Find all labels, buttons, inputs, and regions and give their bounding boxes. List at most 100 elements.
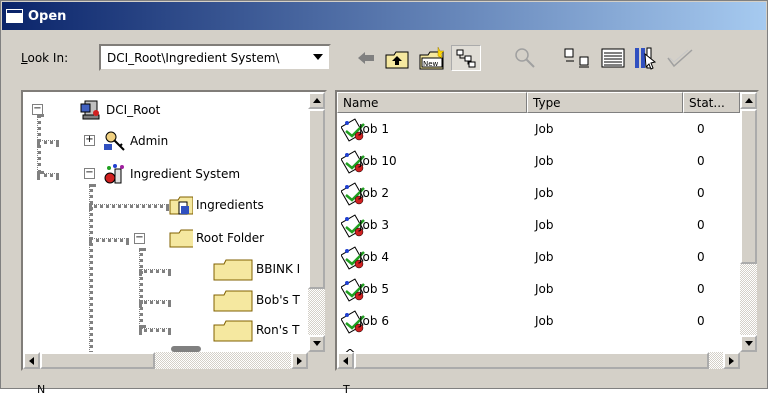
tree-node-label: Bob's T [256, 293, 300, 307]
look-in-combo[interactable]: DCI_Root\Ingredient System\ [99, 44, 331, 71]
column-header-name[interactable]: Name [337, 92, 527, 113]
scroll-thumb[interactable] [40, 352, 155, 369]
scroll-corner [308, 352, 325, 369]
tree-view-button[interactable] [451, 45, 481, 71]
job-status: 0 [697, 250, 705, 264]
list-header: Name Type Stat... [337, 92, 740, 113]
back-button[interactable] [355, 45, 377, 71]
new-folder-icon: New [419, 46, 445, 70]
tree-node-label: Root Folder [196, 231, 265, 245]
tree-node-label: Ingredient System [130, 167, 241, 181]
tree-line [37, 173, 59, 177]
tree-node-admin[interactable]: Admin [103, 129, 168, 153]
details-view-icon [601, 48, 625, 68]
job-type: Job [535, 186, 554, 200]
folder-icon [213, 319, 253, 342]
search-button[interactable] [511, 45, 539, 71]
column-header-type[interactable]: Type [527, 92, 683, 113]
scroll-left-button[interactable] [337, 352, 354, 369]
folder-tree[interactable]: − + − − DCI_Root Admin Ingredient System [21, 90, 327, 371]
list-view-icon [564, 48, 589, 68]
admin-key-icon [103, 130, 127, 152]
job-status: 0 [697, 218, 705, 232]
tree-node-label: DCI_Root [106, 103, 161, 117]
list-item[interactable]: Job 4 Job 0 [337, 242, 740, 274]
new-folder-button[interactable]: New [417, 45, 447, 71]
job-name: Job 2 [359, 186, 389, 200]
scroll-up-button[interactable] [740, 92, 757, 109]
tree-node-label: BBINK I [256, 262, 301, 276]
back-arrow-icon [358, 52, 374, 64]
up-folder-button[interactable] [382, 45, 412, 71]
job-name: Job 4 [359, 250, 389, 264]
scroll-thumb[interactable] [308, 109, 325, 289]
scroll-right-button[interactable] [723, 352, 740, 369]
checkmark-icon [667, 49, 693, 68]
scroll-thumb[interactable] [354, 352, 709, 369]
job-status: 0 [697, 122, 705, 136]
up-folder-icon [385, 51, 409, 69]
list-item[interactable]: Job 1 Job 0 [337, 114, 740, 146]
list-vertical-scrollbar[interactable] [740, 92, 757, 352]
properties-icon [635, 47, 657, 70]
job-status: 0 [697, 186, 705, 200]
collapse-icon[interactable]: − [134, 233, 145, 244]
folder-icon [169, 227, 193, 249]
tree-line [139, 269, 171, 273]
collapse-icon[interactable]: − [84, 168, 95, 179]
bottom-label-right: T [343, 383, 350, 396]
list-item[interactable]: Job 5 Job 0 [337, 274, 740, 306]
tree-line [37, 140, 59, 144]
open-dialog: Open Look In: DCI_Root\Ingredient System… [0, 0, 768, 396]
scroll-down-button[interactable] [740, 335, 757, 352]
properties-button[interactable] [631, 45, 661, 71]
collapse-icon[interactable]: − [32, 104, 43, 115]
tree-node-label: Ingredients [196, 198, 264, 212]
tree-node-rons[interactable]: Ron's T [213, 318, 299, 342]
list-view-button[interactable] [561, 45, 595, 71]
list-item[interactable]: Job 3 Job 0 [337, 210, 740, 242]
list-horizontal-scrollbar[interactable] [337, 352, 740, 369]
look-in-label: Look In: [21, 51, 69, 65]
list-item[interactable]: Job 10 Job 0 [337, 146, 740, 178]
server-icon [79, 99, 103, 121]
job-type: Job [535, 154, 554, 168]
details-view-button[interactable] [598, 45, 628, 71]
tree-vertical-scrollbar[interactable] [308, 92, 325, 352]
column-header-status[interactable]: Stat... [683, 92, 740, 113]
tree-node-ingredient-system[interactable]: Ingredient System [103, 162, 240, 186]
job-type: Job [535, 122, 554, 136]
job-name: Job 6 [359, 314, 389, 328]
job-name: Job 10 [359, 154, 397, 168]
tree-line [89, 238, 129, 242]
window-icon [6, 9, 23, 23]
tree-node-bbink[interactable]: BBINK I [213, 257, 300, 281]
ingredient-system-icon [103, 163, 127, 185]
svg-text:New: New [423, 60, 439, 68]
chevron-down-icon[interactable] [313, 54, 323, 60]
scroll-corner [740, 352, 757, 369]
tree-node-bobs[interactable]: Bob's T [213, 288, 300, 312]
partial-row-icon [342, 344, 358, 356]
title-bar[interactable]: Open [2, 2, 766, 30]
scroll-left-button[interactable] [23, 352, 40, 369]
folder-icon [213, 289, 253, 312]
job-type: Job [535, 282, 554, 296]
expand-icon[interactable]: + [84, 135, 95, 146]
list-item[interactable]: Job 2 Job 0 [337, 178, 740, 210]
tree-view-icon [456, 49, 476, 68]
job-status: 0 [697, 314, 705, 328]
scroll-up-button[interactable] [308, 92, 325, 109]
folder-icon [213, 258, 253, 281]
scroll-thumb[interactable] [740, 109, 757, 264]
item-list[interactable]: Name Type Stat... Job 1 Job 0 Job 10 Job 0 Job… [335, 90, 759, 371]
tree-horizontal-scrollbar[interactable] [23, 352, 308, 369]
tree-node-root-folder[interactable]: Root Folder [169, 226, 264, 250]
scroll-right-button[interactable] [291, 352, 308, 369]
list-item[interactable]: Job 6 Job 0 [337, 306, 740, 338]
select-button[interactable] [665, 45, 695, 71]
tree-node-dci-root[interactable]: DCI_Root [79, 98, 160, 122]
tree-line [37, 114, 41, 174]
tree-node-ingredients[interactable]: Ingredients [169, 193, 264, 217]
scroll-down-button[interactable] [308, 335, 325, 352]
